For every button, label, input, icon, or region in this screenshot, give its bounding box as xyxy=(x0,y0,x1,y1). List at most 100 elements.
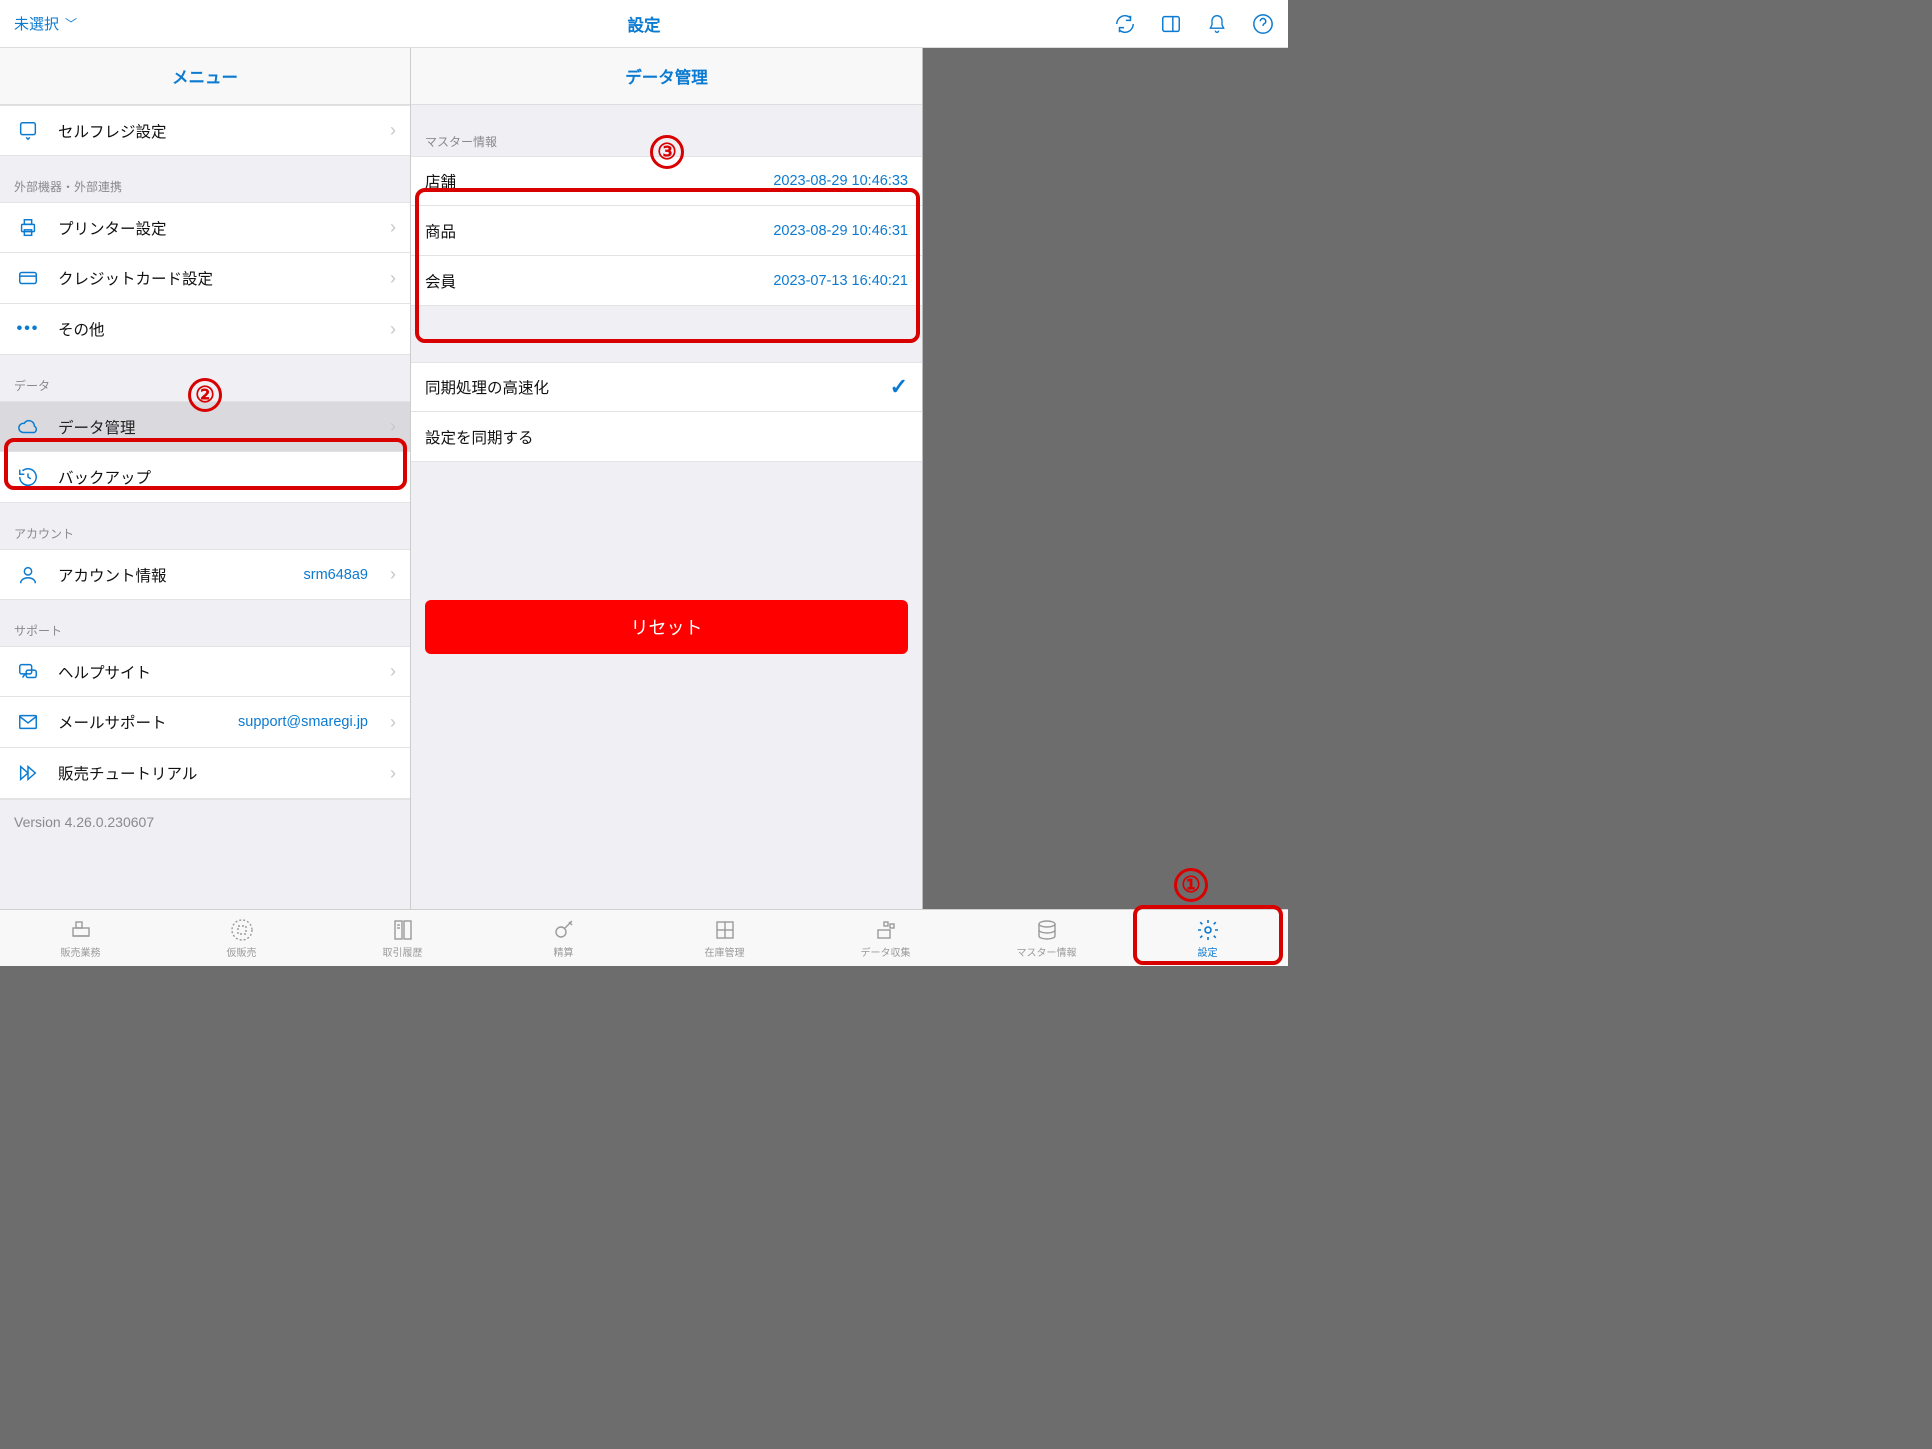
sync-settings-row[interactable]: 設定を同期する xyxy=(411,412,922,462)
tab-master[interactable]: マスター情報 xyxy=(966,910,1127,966)
row-label: 設定を同期する xyxy=(425,426,534,448)
tab-sales[interactable]: 販売業務 xyxy=(0,910,161,966)
menu-mail-support[interactable]: メールサポート support@smaregi.jp › xyxy=(0,697,410,748)
fast-forward-icon xyxy=(14,762,42,784)
tab-settings[interactable]: 設定 xyxy=(1127,910,1288,966)
row-label: 商品 xyxy=(425,220,456,242)
chevron-right-icon: › xyxy=(390,217,396,238)
tab-label: 設定 xyxy=(1198,944,1218,959)
dashed-register-icon xyxy=(229,918,255,942)
key-icon xyxy=(552,918,576,942)
sync-speed-row[interactable]: 同期処理の高速化 ✓ xyxy=(411,362,922,412)
row-timestamp: 2023-07-13 16:40:21 xyxy=(773,273,908,289)
tab-temp-sales[interactable]: 仮販売 xyxy=(161,910,322,966)
empty-panel xyxy=(923,48,1288,909)
menu-printer[interactable]: プリンター設定 › xyxy=(0,202,410,253)
menu-label: ヘルプサイト xyxy=(58,661,374,683)
annotation-number-2: ② xyxy=(188,378,222,412)
menu-other[interactable]: ••• その他 › xyxy=(0,304,410,355)
support-email-value: support@smaregi.jp xyxy=(238,714,368,730)
menu-label: プリンター設定 xyxy=(58,217,374,239)
gear-icon xyxy=(1196,918,1220,942)
bell-icon[interactable] xyxy=(1206,13,1228,35)
printer-icon xyxy=(14,217,42,239)
menu-credit-card[interactable]: クレジットカード設定 › xyxy=(0,253,410,304)
menu-label: バックアップ xyxy=(58,466,396,488)
chevron-right-icon: › xyxy=(390,120,396,141)
tab-settlement[interactable]: 精算 xyxy=(483,910,644,966)
section-support-label: サポート xyxy=(0,600,410,646)
detail-header: データ管理 xyxy=(411,48,922,105)
menu-label: その他 xyxy=(58,318,374,340)
store-selector-label: 未選択 xyxy=(14,13,59,34)
refresh-icon[interactable] xyxy=(1114,13,1136,35)
menu-self-register[interactable]: セルフレジ設定 › xyxy=(0,105,410,156)
chevron-right-icon: › xyxy=(390,712,396,733)
chevron-right-icon: › xyxy=(390,416,396,437)
page-title: 設定 xyxy=(0,12,1288,36)
chevron-right-icon: › xyxy=(390,564,396,585)
master-product-row[interactable]: 商品 2023-08-29 10:46:31 xyxy=(411,206,922,256)
cash-register-icon xyxy=(68,918,94,942)
store-selector[interactable]: 未選択 ﹀ xyxy=(14,13,77,34)
detail-panel: データ管理 マスター情報 店舗 2023-08-29 10:46:33 商品 2… xyxy=(411,48,923,909)
mail-icon xyxy=(14,711,42,733)
tab-data-collect[interactable]: データ収集 xyxy=(805,910,966,966)
menu-backup[interactable]: バックアップ xyxy=(0,452,410,503)
annotation-number-1: ① xyxy=(1174,868,1208,902)
menu-panel: メニュー セルフレジ設定 › 外部機器・外部連携 プリンター設定 › xyxy=(0,48,411,909)
menu-label: 販売チュートリアル xyxy=(58,762,374,784)
chevron-right-icon: › xyxy=(390,268,396,289)
person-icon xyxy=(14,564,42,586)
row-label: 店舗 xyxy=(425,170,456,192)
row-label: 同期処理の高速化 xyxy=(425,376,549,398)
section-account-label: アカウント xyxy=(0,503,410,549)
collect-icon xyxy=(874,918,898,942)
top-bar: 未選択 ﹀ 設定 xyxy=(0,0,1288,48)
menu-label: セルフレジ設定 xyxy=(58,120,374,142)
chevron-right-icon: › xyxy=(390,661,396,682)
menu-label: データ管理 xyxy=(58,416,374,438)
menu-label: アカウント情報 xyxy=(58,564,288,586)
version-label: Version 4.26.0.230607 xyxy=(0,799,410,844)
chevron-right-icon: › xyxy=(390,319,396,340)
chevron-down-icon: ﹀ xyxy=(65,15,77,32)
reset-button[interactable]: リセット xyxy=(425,600,908,654)
annotation-number-3: ③ xyxy=(650,135,684,169)
master-member-row[interactable]: 会員 2023-07-13 16:40:21 xyxy=(411,256,922,306)
book-icon xyxy=(391,918,415,942)
tab-inventory[interactable]: 在庫管理 xyxy=(644,910,805,966)
chat-icon xyxy=(14,661,42,683)
more-icon: ••• xyxy=(14,320,42,338)
section-external-label: 外部機器・外部連携 xyxy=(0,156,410,202)
drawer-icon xyxy=(713,918,737,942)
account-id-value: srm648a9 xyxy=(304,567,368,583)
tab-label: データ収集 xyxy=(861,944,911,959)
row-timestamp: 2023-08-29 10:46:33 xyxy=(773,173,908,189)
row-label: 会員 xyxy=(425,270,456,292)
tab-label: 精算 xyxy=(554,944,574,959)
reset-button-label: リセット xyxy=(631,618,703,638)
tab-label: 在庫管理 xyxy=(705,944,745,959)
chevron-right-icon: › xyxy=(390,763,396,784)
tab-label: 販売業務 xyxy=(61,944,101,959)
check-icon: ✓ xyxy=(890,374,908,400)
bottom-tab-bar: 販売業務 仮販売 取引履歴 精算 在庫管理 データ収集 マスター情報 xyxy=(0,909,1288,966)
split-view-icon[interactable] xyxy=(1160,13,1182,35)
tablet-icon xyxy=(14,120,42,142)
tab-label: 仮販売 xyxy=(227,944,257,959)
tab-label: マスター情報 xyxy=(1017,944,1077,959)
menu-sales-tutorial[interactable]: 販売チュートリアル › xyxy=(0,748,410,799)
cloud-icon xyxy=(14,416,42,438)
menu-help-site[interactable]: ヘルプサイト › xyxy=(0,646,410,697)
history-icon xyxy=(14,466,42,488)
tab-label: 取引履歴 xyxy=(383,944,423,959)
menu-header: メニュー xyxy=(0,48,410,105)
tab-history[interactable]: 取引履歴 xyxy=(322,910,483,966)
credit-card-icon xyxy=(14,267,42,289)
row-timestamp: 2023-08-29 10:46:31 xyxy=(773,223,908,239)
menu-account-info[interactable]: アカウント情報 srm648a9 › xyxy=(0,549,410,600)
help-icon[interactable] xyxy=(1252,13,1274,35)
menu-label: クレジットカード設定 xyxy=(58,267,374,289)
database-icon xyxy=(1035,918,1059,942)
